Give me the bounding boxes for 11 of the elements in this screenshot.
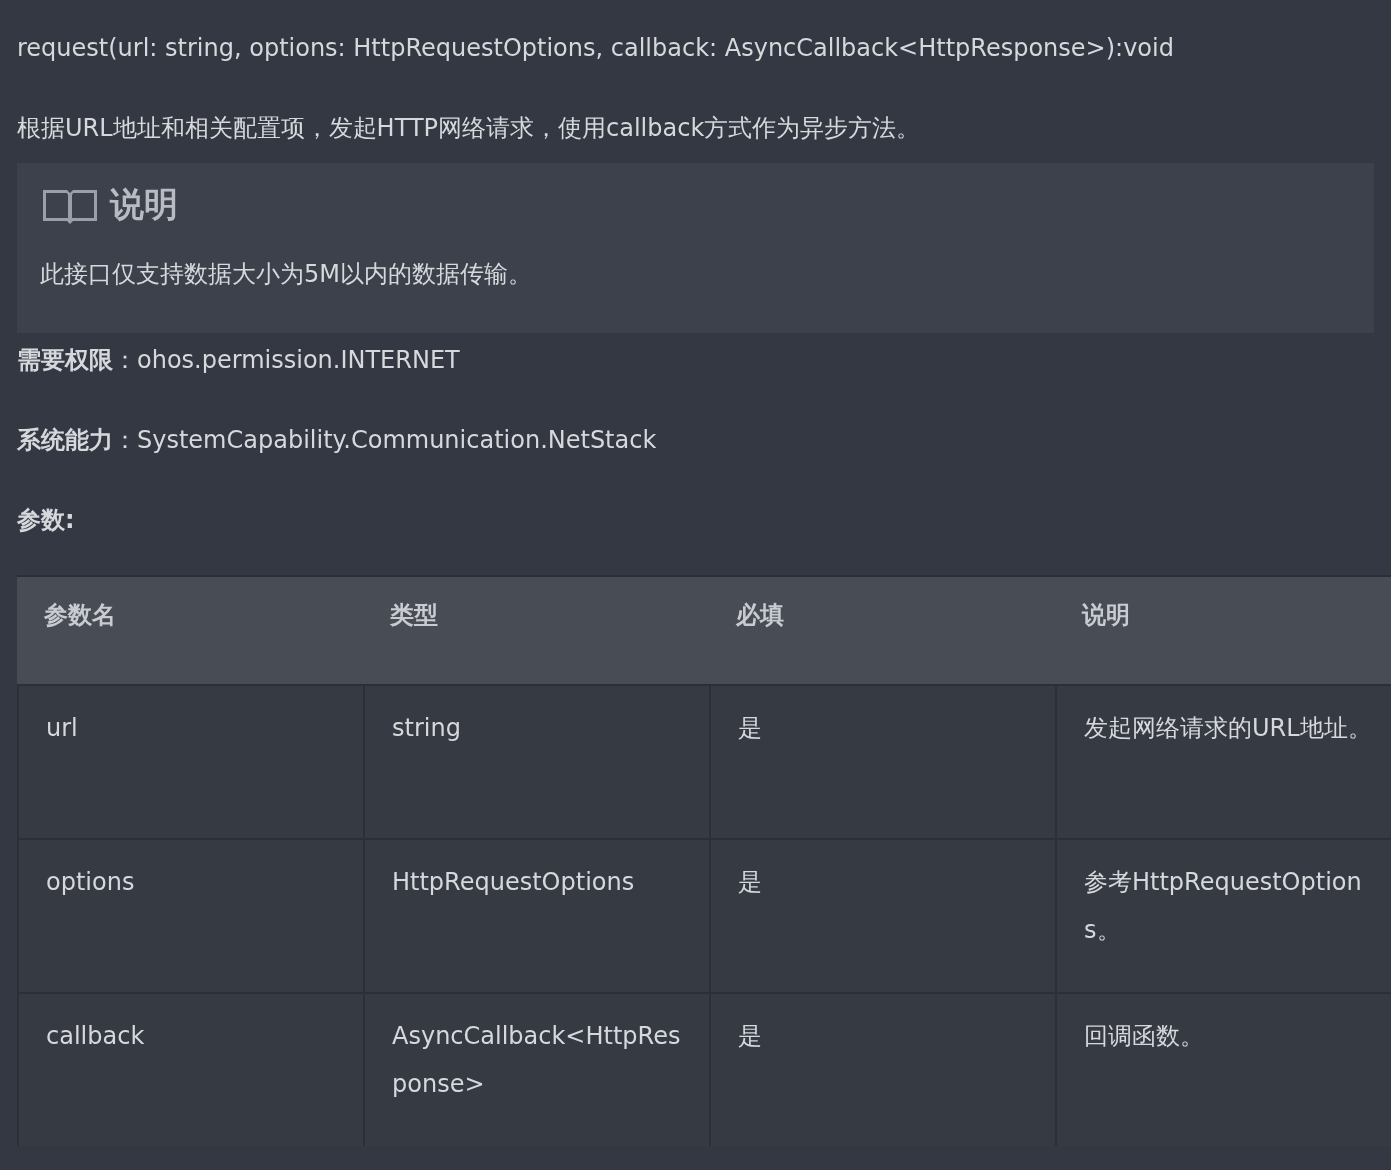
column-header: 说明	[1080, 600, 1131, 631]
column-header: 必填	[735, 600, 785, 631]
method-signature: request(url: string, options: HttpRequestOptions, callback: AsyncCallback<HttpResponse>):void	[17, 33, 1175, 64]
note-text: 此接口仅支持数据大小为5M以内的数据传输。	[40, 259, 533, 290]
column-header: 类型	[389, 600, 439, 631]
property-line: 系统能力：SystemCapability.Communication.NetStack	[17, 425, 658, 456]
property-line: 需要权限：ohos.permission.INTERNET	[17, 345, 461, 376]
note-title: 说明	[110, 183, 178, 226]
params-heading: 参数:	[17, 505, 76, 536]
column-header: 参数名	[43, 600, 117, 631]
description-text: 根据URL地址和相关配置项，发起HTTP网络请求，使用callback方式作为异步方法。	[17, 113, 922, 144]
